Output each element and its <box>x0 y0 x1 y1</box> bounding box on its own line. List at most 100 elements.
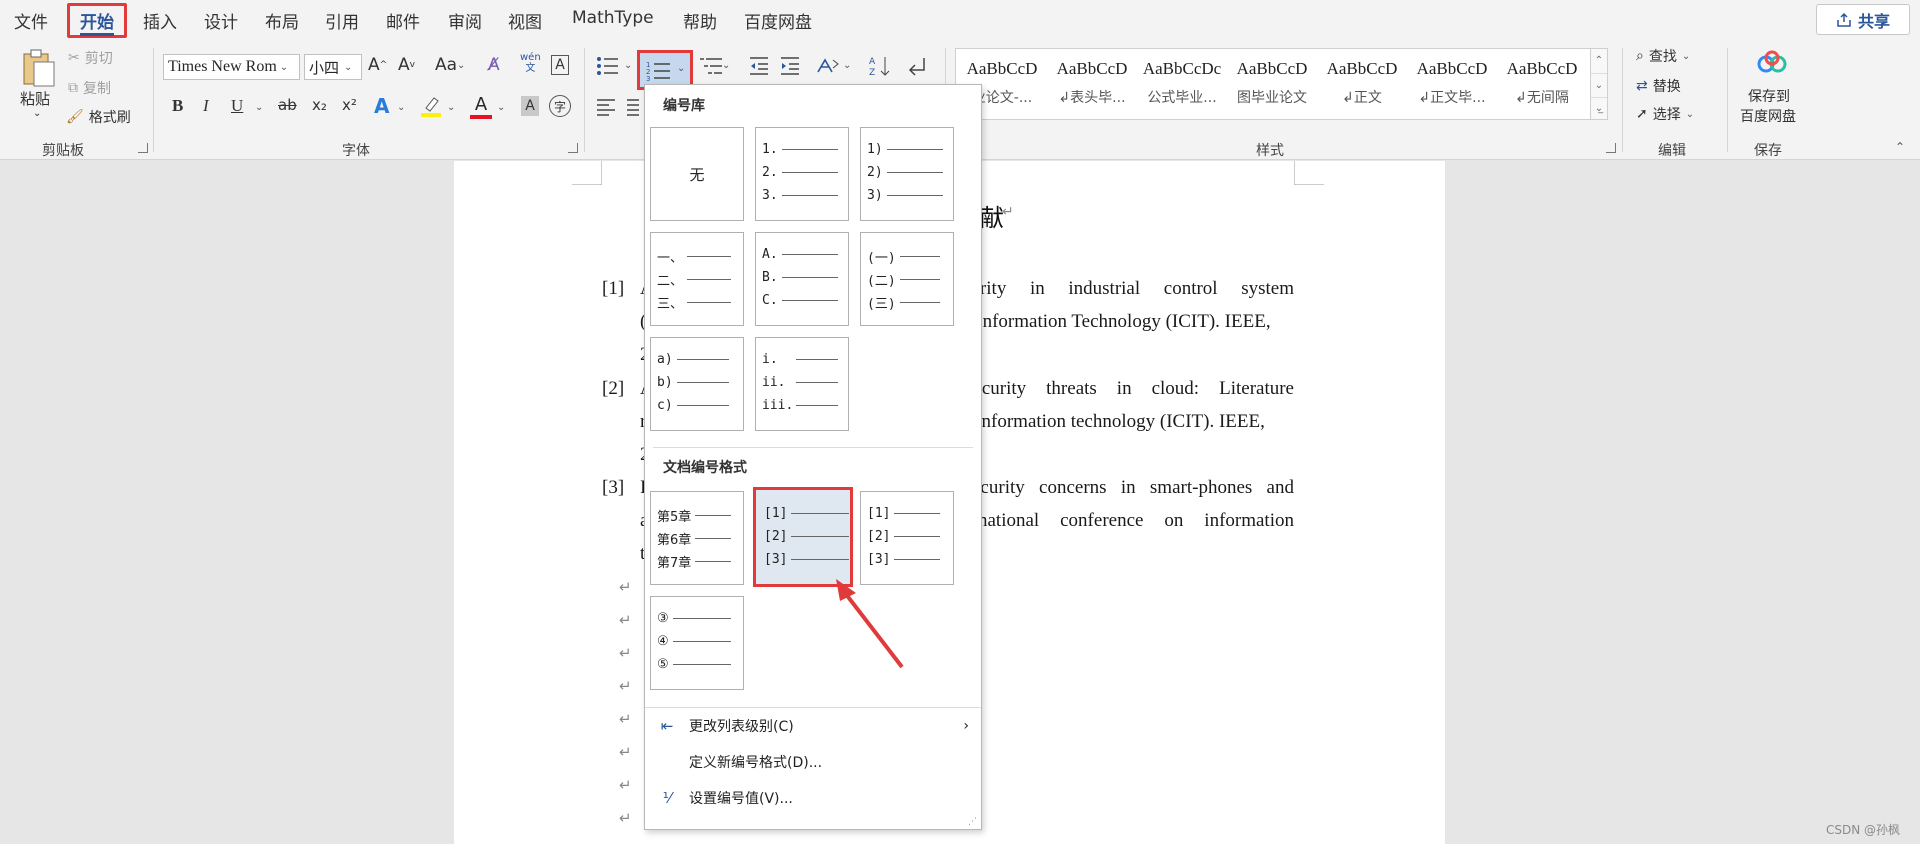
styles-gallery-scroll[interactable]: ⌃ ⌄ ⌄̲ <box>1590 48 1608 120</box>
enclose-characters-icon[interactable]: 字 <box>549 95 571 117</box>
format-painter-button[interactable]: 🖌 格式刷 <box>66 107 131 127</box>
style-item[interactable]: AaBbCcD ↲表头毕... <box>1048 59 1136 107</box>
clear-formatting-icon[interactable]: A̸ <box>488 55 500 75</box>
numbering-none-option[interactable]: 无 <box>650 127 744 221</box>
grow-font-icon[interactable]: A ^ <box>368 55 387 75</box>
styles-gallery: AaBbCcD 业论文-... AaBbCcD ↲表头毕... AaBbCcDc 公式… <box>955 48 1591 120</box>
share-icon <box>1837 12 1851 27</box>
style-item[interactable]: AaBbCcD ↲无间隔 <box>1498 59 1586 107</box>
numbering-option-selected[interactable]: [1] [2] [3] <box>753 487 853 587</box>
more-styles-icon[interactable]: ⌄̲ <box>1591 97 1607 119</box>
style-item[interactable]: AaBbCcD 图毕业论文 <box>1228 59 1316 107</box>
tab-help[interactable]: 帮助 <box>683 8 717 33</box>
numbering-option[interactable]: 一、 二、 三、 <box>650 232 744 326</box>
chinese-layout-icon[interactable] <box>815 56 841 76</box>
superscript-button[interactable]: x² <box>342 96 357 114</box>
svg-text:3: 3 <box>646 75 650 83</box>
align-center-icon[interactable] <box>627 98 639 116</box>
italic-button[interactable]: I <box>203 96 209 116</box>
chevron-down-icon[interactable]: ⌄ <box>255 102 263 113</box>
style-item[interactable]: AaBbCcD ↲正文 <box>1318 59 1406 107</box>
replace-button[interactable]: ⇄ 替换 <box>1636 76 1681 96</box>
save-to-label-2[interactable]: 百度网盘 <box>1740 106 1796 126</box>
tab-mathtype[interactable]: MathType <box>572 8 654 28</box>
character-shading-icon[interactable]: A <box>521 96 539 116</box>
clipboard-launcher-icon[interactable] <box>138 143 148 153</box>
numbering-option[interactable]: [1] [2] [3] <box>860 491 954 585</box>
tab-design[interactable]: 设计 <box>204 8 238 33</box>
font-color-button[interactable]: A <box>470 94 492 120</box>
resize-grip-icon[interactable]: ⋰ <box>968 817 977 827</box>
find-button[interactable]: ⌕ 查找 ⌄ <box>1636 46 1690 66</box>
define-new-number-format-item[interactable]: 定义新编号格式(D)... <box>645 745 981 779</box>
chevron-down-icon[interactable]: ⌄ <box>722 60 730 71</box>
home-tab-underline <box>80 33 114 36</box>
numbering-option[interactable]: 1. 2. 3. <box>755 127 849 221</box>
select-button[interactable]: ➚ 选择 ⌄ <box>1636 104 1694 124</box>
decrease-indent-icon[interactable] <box>748 56 770 76</box>
copy-button[interactable]: ⧉ 复制 <box>68 78 111 98</box>
numbering-sample-line: c) <box>657 398 729 413</box>
chevron-up-icon[interactable]: ⌃ <box>1591 49 1607 73</box>
strikethrough-button[interactable]: ab <box>278 96 297 114</box>
numbering-option[interactable]: i. ii. iii. <box>755 337 849 431</box>
styles-launcher-icon[interactable] <box>1606 143 1616 153</box>
style-item[interactable]: AaBbCcDc 公式毕业... <box>1138 59 1226 107</box>
set-numbering-value-item[interactable]: ⅟ 设置编号值(V)... <box>645 781 981 815</box>
underline-button[interactable]: U <box>231 96 243 116</box>
tab-mailings[interactable]: 邮件 <box>386 8 420 33</box>
chevron-down-icon[interactable]: ⌄ <box>447 102 455 113</box>
collapse-ribbon-icon[interactable]: ⌃ <box>1895 140 1905 154</box>
cut-button[interactable]: ✂ 剪切 <box>68 48 113 68</box>
numbering-sample-line: [3] <box>867 552 941 567</box>
change-case-button[interactable]: Aa ⌄ <box>435 55 465 75</box>
align-left-icon[interactable] <box>596 98 616 116</box>
tab-insert[interactable]: 插入 <box>143 8 177 33</box>
show-paragraph-marks-icon[interactable] <box>906 56 928 76</box>
chevron-down-icon[interactable]: ⌄ <box>624 60 632 71</box>
margin-corner-mark <box>1294 161 1324 185</box>
tab-references[interactable]: 引用 <box>325 8 359 33</box>
font-launcher-icon[interactable] <box>568 143 578 153</box>
phonetic-guide-button[interactable]: wén 文 <box>520 52 541 74</box>
chevron-down-icon[interactable]: ⌄ <box>497 102 505 113</box>
paste-chevron-icon[interactable]: ⌄ <box>33 108 41 119</box>
bold-button[interactable]: B <box>172 96 183 116</box>
tab-baidu-netdisk[interactable]: 百度网盘 <box>744 8 812 33</box>
character-border-icon[interactable]: A <box>551 55 569 75</box>
numbering-option[interactable]: 1) 2) 3) <box>860 127 954 221</box>
save-to-label-1[interactable]: 保存到 <box>1748 86 1790 106</box>
tab-file[interactable]: 文件 <box>14 8 48 33</box>
sort-icon[interactable]: AZ <box>868 54 892 78</box>
font-size-combo[interactable]: 小四 ⌄ <box>304 54 362 80</box>
bullets-icon[interactable] <box>596 56 620 76</box>
copy-icon: ⧉ <box>68 80 78 96</box>
share-button[interactable]: 共享 <box>1816 4 1910 35</box>
paste-button[interactable]: 粘贴 <box>20 88 50 109</box>
font-name-combo[interactable]: Times New Rom ⌄ <box>163 54 300 80</box>
numbering-option[interactable]: 第5章 第6章 第7章 <box>650 491 744 585</box>
numbering-option[interactable]: A. B. C. <box>755 232 849 326</box>
text-effects-icon[interactable]: A <box>374 94 389 118</box>
tab-layout[interactable]: 布局 <box>265 8 299 33</box>
sample-label: ⑤ <box>657 657 669 672</box>
numbering-option[interactable]: a) b) c) <box>650 337 744 431</box>
shrink-font-icon[interactable]: Av <box>398 55 415 75</box>
sample-label: ④ <box>657 634 669 649</box>
paste-icon[interactable] <box>20 48 56 88</box>
subscript-button[interactable]: x₂ <box>312 96 327 114</box>
chevron-down-icon[interactable]: ⌄ <box>397 102 405 113</box>
highlight-color-icon[interactable] <box>420 94 442 118</box>
chevron-down-icon[interactable]: ⌄ <box>843 60 851 71</box>
tab-review[interactable]: 审阅 <box>448 8 482 33</box>
change-list-level-item[interactable]: ⇤ 更改列表级别(C) › <box>645 709 981 743</box>
multilevel-list-icon[interactable] <box>698 56 724 76</box>
chevron-down-icon[interactable]: ⌄ <box>1591 73 1607 97</box>
numbering-option[interactable]: (一) (二) (三) <box>860 232 954 326</box>
increase-indent-icon[interactable] <box>779 56 801 76</box>
numbering-option[interactable]: ③ ④ ⑤ <box>650 596 744 690</box>
tab-view[interactable]: 视图 <box>508 8 542 33</box>
baidu-cloud-icon[interactable] <box>1756 50 1788 78</box>
style-item[interactable]: AaBbCcD ↲正文毕... <box>1408 59 1496 107</box>
sample-rule <box>791 536 850 537</box>
